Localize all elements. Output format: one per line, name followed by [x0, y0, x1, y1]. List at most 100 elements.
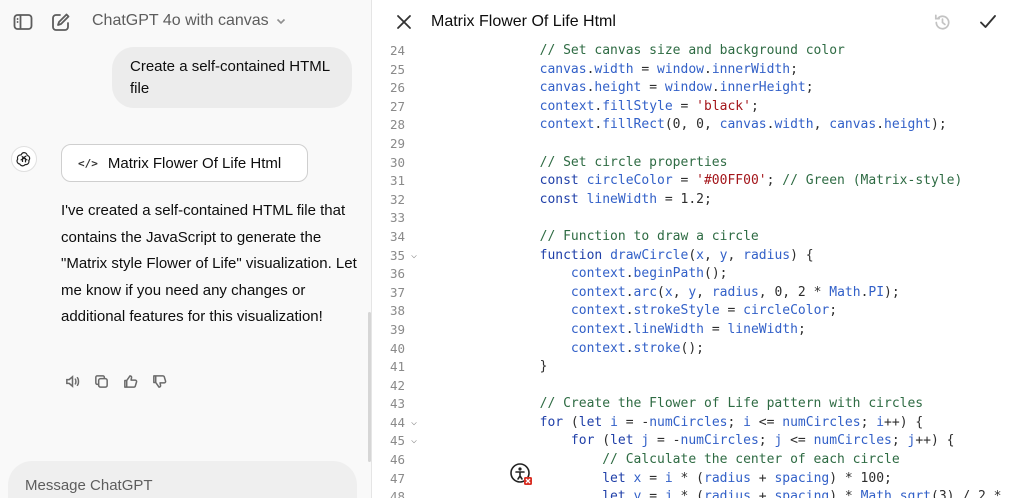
copy-icon	[94, 374, 108, 388]
code-token: ) * 100;	[829, 470, 892, 486]
code-token: context	[477, 117, 595, 133]
code-line[interactable]: 43 // Create the Flower of Life pattern …	[373, 395, 1010, 414]
code-line[interactable]: 29	[373, 135, 1010, 154]
code-line[interactable]: 44 ⌵ for (let i = -numCircles; i <= numCi…	[373, 414, 1010, 433]
code-token: for	[477, 414, 564, 430]
code-token: context	[477, 321, 626, 337]
code-line[interactable]: 30 // Set circle properties	[373, 154, 1010, 173]
code-token: context	[477, 98, 595, 114]
line-number: 24	[389, 43, 405, 58]
code-line[interactable]: 37 context.arc(x, y, radius, 0, 2 * Math…	[373, 284, 1010, 303]
accessibility-icon	[510, 463, 532, 485]
code-line[interactable]: 42	[373, 377, 1010, 396]
edit-icon	[52, 13, 70, 31]
code-line[interactable]: 35 ⌵ function drawCircle(x, y, radius) {	[373, 247, 1010, 266]
toggle-sidebar-button[interactable]	[9, 8, 37, 36]
code-token: height	[884, 117, 932, 133]
code-line[interactable]: 45 ⌵ for (let j = -numCircles; j <= numCi…	[373, 432, 1010, 451]
open-canvas-button[interactable]: </> Matrix Flower Of Life Html	[61, 144, 308, 182]
code-token: x	[664, 284, 673, 300]
code-token: ;	[790, 61, 798, 77]
code-line[interactable]: 38 context.strokeStyle = circleColor;	[373, 302, 1010, 321]
code-line[interactable]: 27 context.fillStyle = 'black';	[373, 98, 1010, 117]
code-line[interactable]: 25 canvas.width = window.innerWidth;	[373, 61, 1010, 80]
line-number: 25	[389, 61, 405, 77]
code-line[interactable]: 47 let x = i * (radius + spacing) * 100;	[373, 470, 1010, 489]
code-token: circleColor	[586, 173, 673, 189]
code-token: window	[664, 80, 712, 96]
line-number: 31	[389, 173, 405, 189]
fold-chevron-icon[interactable]: ⌵	[411, 247, 417, 266]
read-aloud-button[interactable]	[62, 371, 82, 391]
code-line[interactable]: 24 // Set canvas size and background col…	[373, 42, 1010, 61]
line-number: 35	[389, 247, 405, 263]
code-text: // Set canvas size and background color	[477, 42, 845, 61]
code-token: .	[876, 117, 885, 133]
fold-chevron-icon[interactable]: ⌵	[411, 414, 417, 433]
code-token: drawCircle	[610, 247, 689, 263]
code-line[interactable]: 41 }	[373, 358, 1010, 377]
code-text: const lineWidth = 1.2;	[477, 191, 712, 210]
thumbs-up-button[interactable]	[120, 371, 140, 391]
code-line[interactable]: 48 let y = j * (radius + spacing) * Math…	[373, 488, 1010, 498]
code-token: spacing	[774, 489, 830, 498]
code-line[interactable]: 28 context.fillRect(0, 0, canvas.width, …	[373, 116, 1010, 135]
code-line[interactable]: 40 context.stroke();	[373, 340, 1010, 359]
code-token: <=	[782, 433, 814, 449]
code-token: const	[477, 173, 579, 189]
code-line[interactable]: 46 // Calculate the center of each circl…	[373, 451, 1010, 470]
code-token: ) {	[790, 247, 814, 263]
message-actions	[62, 371, 169, 391]
copy-button[interactable]	[91, 371, 111, 391]
code-token: // Green (Matrix-style)	[782, 173, 963, 189]
close-canvas-button[interactable]	[391, 9, 417, 35]
code-token: ,	[813, 117, 830, 133]
fold-chevron-icon[interactable]: ⌵	[411, 432, 417, 451]
code-token: lineWidth	[727, 321, 798, 337]
message-input[interactable]	[25, 477, 340, 494]
code-text: for (let j = -numCircles; j <= numCircle…	[477, 432, 955, 451]
openai-logo-icon	[16, 152, 31, 167]
code-editor[interactable]: 24 // Set canvas size and background col…	[373, 42, 1010, 498]
code-token: Math	[860, 489, 892, 498]
model-selector[interactable]: ChatGPT 4o with canvas	[92, 12, 287, 30]
checkmark-icon	[980, 15, 996, 28]
line-number: 40	[389, 340, 405, 356]
code-token: ;	[750, 98, 759, 114]
code-token: strokeStyle	[633, 303, 720, 319]
done-button[interactable]	[975, 9, 1001, 35]
code-line[interactable]: 39 context.lineWidth = lineWidth;	[373, 321, 1010, 340]
code-text: context.arc(x, y, radius, 0, 2 * Math.PI…	[477, 284, 900, 303]
code-token: .	[625, 303, 634, 319]
code-text: function drawCircle(x, y, radius) {	[477, 247, 814, 266]
code-token: (3) / 2 * i	[931, 489, 1010, 498]
new-chat-button[interactable]	[47, 8, 75, 36]
code-token: // Create the Flower of Life pattern wit…	[477, 396, 924, 412]
code-token: PI	[868, 284, 885, 300]
code-line[interactable]: 31 const circleColor = '#00FF00'; // Gre…	[373, 172, 1010, 191]
code-text: const circleColor = '#00FF00'; // Green …	[477, 172, 963, 191]
code-line[interactable]: 33	[373, 209, 1010, 228]
canvas-pane: Matrix Flower Of Life Html 24 // Set can…	[373, 0, 1010, 498]
code-token: }	[477, 359, 548, 375]
code-token: =	[719, 303, 744, 319]
version-history-button[interactable]	[929, 9, 955, 35]
thumbs-down-button[interactable]	[149, 371, 169, 391]
user-message-text: Create a self-contained HTML file	[130, 58, 330, 97]
chat-pane: ChatGPT 4o with canvas Create a self-con…	[0, 0, 372, 498]
code-token: spacing	[774, 470, 830, 486]
thumbs-down-icon	[152, 374, 166, 388]
code-text: let y = j * (radius + spacing) * Math.sq…	[477, 488, 1010, 498]
chevron-down-icon	[276, 18, 285, 25]
code-token: i	[743, 414, 751, 430]
code-line[interactable]: 34 // Function to draw a circle	[373, 228, 1010, 247]
code-line[interactable]: 36 context.beginPath();	[373, 265, 1010, 284]
code-token: (	[594, 433, 611, 449]
chat-scrollbar[interactable]	[368, 312, 371, 462]
code-token: width	[594, 61, 634, 77]
code-line[interactable]: 26 canvas.height = window.innerHeight;	[373, 79, 1010, 98]
code-token: , 0, 2 *	[758, 284, 830, 300]
code-line[interactable]: 32 const lineWidth = 1.2;	[373, 191, 1010, 210]
line-number: 38	[389, 303, 405, 319]
